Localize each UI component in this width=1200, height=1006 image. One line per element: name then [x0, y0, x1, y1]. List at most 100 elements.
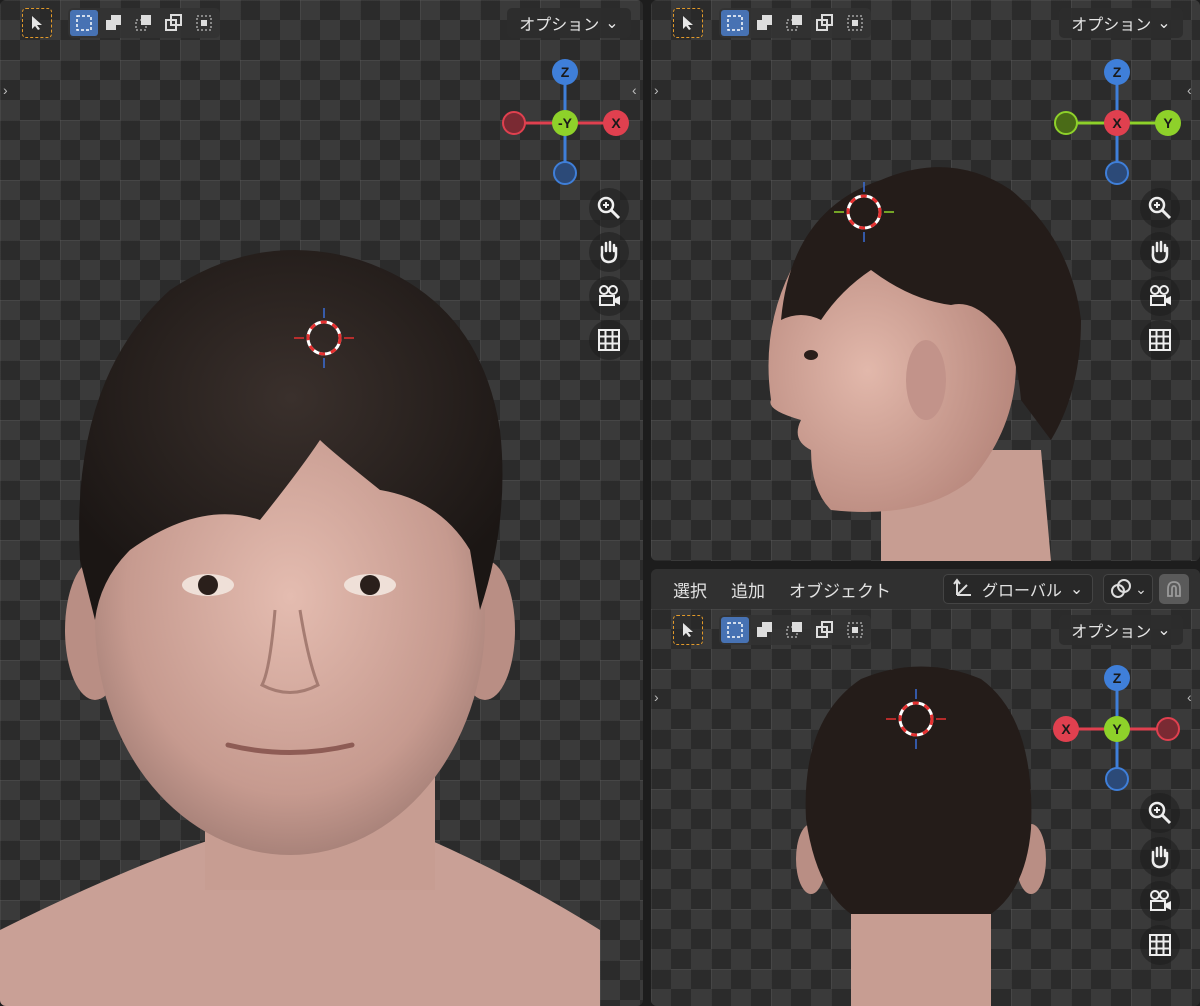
camera-view-button[interactable] [1140, 276, 1180, 316]
mode-subtract-button[interactable] [130, 10, 158, 36]
tool-row [673, 615, 871, 645]
select-tool-button[interactable] [673, 8, 703, 38]
chevron-down-icon: ⌄ [605, 15, 619, 32]
options-label: オプション [1071, 17, 1152, 34]
zoom-button[interactable] [1140, 793, 1180, 833]
mode-set-button[interactable] [70, 10, 98, 36]
back-viewport[interactable]: オプション ⌄ › ‹ Z X Y [651, 609, 1200, 1006]
3d-cursor [294, 308, 354, 368]
mode-extend-button[interactable] [751, 10, 779, 36]
grid-icon [1149, 329, 1171, 351]
pan-button[interactable] [589, 232, 629, 272]
chevron-down-icon: ⌄ [1135, 580, 1147, 597]
gizmo-x-axis[interactable]: X [1053, 716, 1079, 742]
back-viewport-area: 選択 追加 オブジェクト グローバル ⌄ ⌄ オプション ⌄ › ‹ Z X Y [651, 569, 1200, 1006]
toolbar-expand-arrow[interactable]: › [654, 689, 659, 705]
viewport-header: 選択 追加 オブジェクト グローバル ⌄ ⌄ [651, 569, 1200, 609]
front-viewport[interactable]: オプション ⌄ › ‹ Z X -Y [0, 0, 643, 1006]
pan-hand-icon [1151, 240, 1169, 264]
grid-icon [1149, 934, 1171, 956]
3d-cursor [886, 689, 946, 749]
head-render-side [768, 167, 1081, 561]
transform-orientation-dropdown[interactable]: グローバル ⌄ [943, 574, 1093, 604]
pan-hand-icon [600, 240, 618, 264]
mode-set-button[interactable] [721, 617, 749, 643]
options-label: オプション [1071, 624, 1152, 641]
options-dropdown[interactable]: オプション ⌄ [507, 8, 631, 38]
side-viewport[interactable]: オプション ⌄ › ‹ Z Y X [651, 0, 1200, 561]
mode-intersect-button[interactable] [190, 10, 218, 36]
gizmo-y-axis[interactable]: Y [1104, 716, 1130, 742]
toolbar-expand-arrow[interactable]: › [654, 82, 659, 98]
navigation-gizmo[interactable]: Z X Y [1047, 661, 1187, 801]
gizmo-x-axis[interactable]: X [1104, 110, 1130, 136]
select-tool-button[interactable] [22, 8, 52, 38]
select-tool-button[interactable] [673, 615, 703, 645]
camera-icon [599, 285, 620, 306]
menu-select[interactable]: 選択 [673, 577, 707, 602]
mode-invert-button[interactable] [160, 10, 188, 36]
perspective-toggle-button[interactable] [1140, 320, 1180, 360]
3d-cursor [834, 182, 894, 242]
zoom-icon [1148, 801, 1172, 825]
snap-toggle-button[interactable] [1159, 574, 1189, 604]
navigation-gizmo[interactable]: Z X -Y [495, 55, 635, 195]
navigation-gizmo[interactable]: Z Y X [1047, 55, 1187, 195]
mode-extend-button[interactable] [100, 10, 128, 36]
camera-view-button[interactable] [1140, 881, 1180, 921]
sidebar-expand-arrow[interactable]: ‹ [1187, 689, 1192, 705]
camera-icon [1150, 285, 1171, 306]
camera-view-button[interactable] [589, 276, 629, 316]
orientation-label: グローバル [982, 583, 1062, 600]
pivot-point-dropdown[interactable]: ⌄ [1103, 574, 1153, 604]
mode-invert-button[interactable] [811, 10, 839, 36]
gizmo-y-axis[interactable]: Y [1155, 110, 1181, 136]
zoom-button[interactable] [589, 188, 629, 228]
tool-row [673, 8, 871, 38]
select-cursor-icon [683, 623, 693, 637]
mode-invert-button[interactable] [811, 617, 839, 643]
gizmo-z-axis[interactable]: Z [1104, 59, 1130, 85]
gizmo-x-axis[interactable]: X [603, 110, 629, 136]
menu-add[interactable]: 追加 [731, 577, 765, 602]
mode-subtract-button[interactable] [781, 617, 809, 643]
magnet-icon [1167, 581, 1181, 597]
select-cursor-icon [32, 16, 42, 30]
chevron-down-icon: ⌄ [1157, 15, 1171, 32]
perspective-toggle-button[interactable] [1140, 925, 1180, 965]
selection-mode-group [719, 615, 871, 645]
select-cursor-icon [683, 16, 693, 30]
mode-extend-button[interactable] [751, 617, 779, 643]
selection-mode-group [719, 8, 871, 38]
gizmo-neg-y-axis[interactable]: -Y [552, 110, 578, 136]
options-dropdown[interactable]: オプション ⌄ [1059, 615, 1183, 645]
gizmo-z-axis[interactable]: Z [1104, 665, 1130, 691]
gizmo-z-axis[interactable]: Z [552, 59, 578, 85]
mode-intersect-button[interactable] [841, 10, 869, 36]
navigation-buttons [587, 188, 631, 360]
toolbar-expand-arrow[interactable]: › [3, 82, 8, 98]
tool-row [22, 8, 220, 38]
zoom-icon [597, 196, 621, 220]
navigation-buttons [1138, 793, 1182, 965]
chevron-down-icon: ⌄ [1157, 622, 1171, 639]
menu-object[interactable]: オブジェクト [789, 577, 891, 602]
options-label: オプション [519, 17, 600, 34]
pan-hand-icon [1151, 845, 1169, 869]
chevron-down-icon: ⌄ [1069, 581, 1084, 598]
pan-button[interactable] [1140, 837, 1180, 877]
options-dropdown[interactable]: オプション ⌄ [1059, 8, 1183, 38]
selection-mode-group [68, 8, 220, 38]
sidebar-expand-arrow[interactable]: ‹ [1187, 82, 1192, 98]
camera-icon [1150, 890, 1171, 911]
grid-icon [598, 329, 620, 351]
zoom-button[interactable] [1140, 188, 1180, 228]
mode-set-button[interactable] [721, 10, 749, 36]
perspective-toggle-button[interactable] [589, 320, 629, 360]
mode-subtract-button[interactable] [781, 10, 809, 36]
navigation-buttons [1138, 188, 1182, 360]
transform-orientation-icon [953, 578, 971, 596]
zoom-icon [1148, 196, 1172, 220]
pan-button[interactable] [1140, 232, 1180, 272]
mode-intersect-button[interactable] [841, 617, 869, 643]
